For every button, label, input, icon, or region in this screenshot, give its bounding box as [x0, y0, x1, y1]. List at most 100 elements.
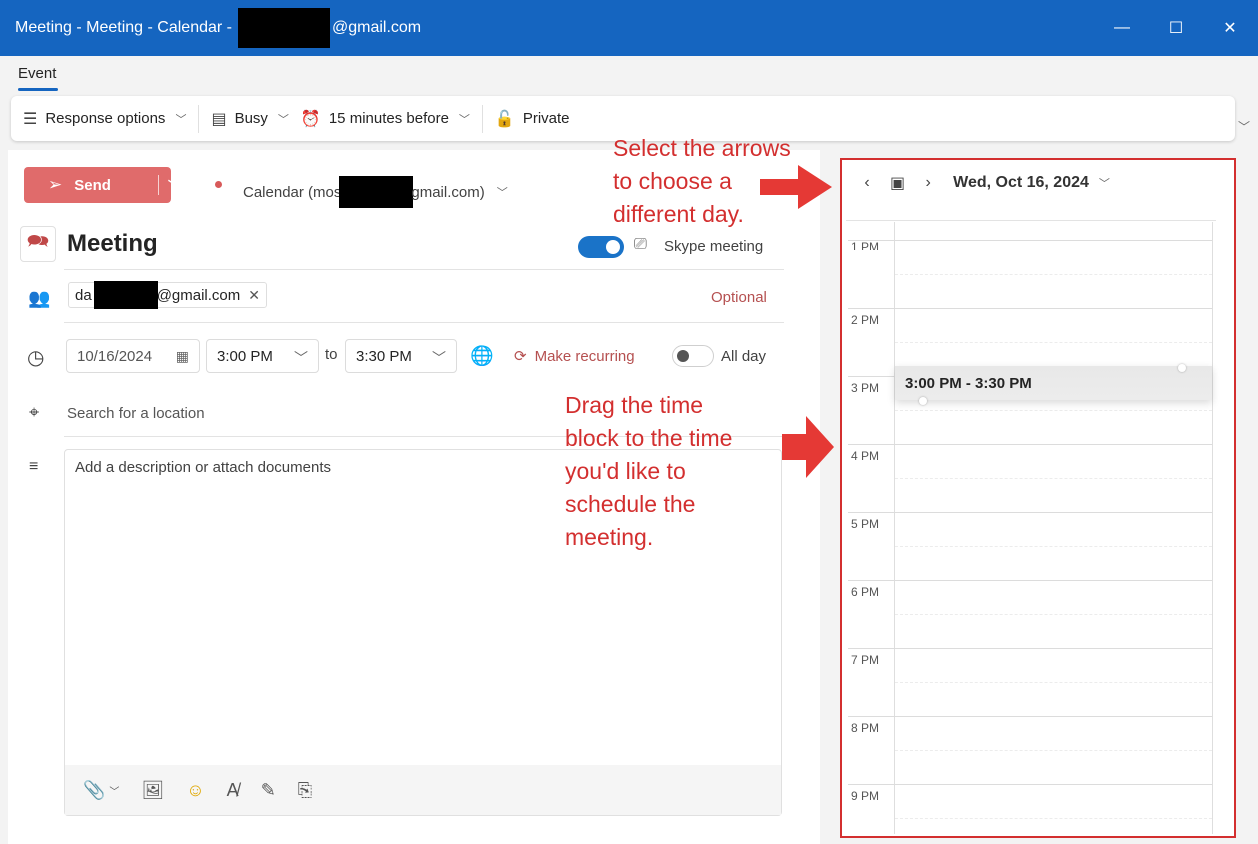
private-button[interactable]: 🔓 Private: [483, 96, 582, 141]
hour-label: 5 PM: [851, 517, 880, 531]
optional-attendees-link[interactable]: Optional: [711, 289, 767, 306]
annotation-line: Select the arrows: [613, 135, 791, 161]
half-hour-line: [895, 546, 1212, 547]
hour-line: [848, 308, 1212, 309]
pen-icon[interactable]: ✎: [261, 780, 276, 801]
next-day-icon[interactable]: ›: [917, 174, 939, 192]
make-recurring-label: Make recurring: [534, 347, 635, 365]
chevron-down-icon: ﹀: [277, 113, 289, 126]
redaction-box: [237, 8, 330, 48]
attendee-prefix: da: [75, 286, 92, 304]
busy-icon: ▤: [211, 110, 227, 128]
hour-label: 7 PM: [851, 653, 880, 667]
reminder-dropdown[interactable]: ⏰ 15 minutes before ﹀: [301, 96, 482, 141]
hour-label: 6 PM: [851, 585, 880, 599]
day-view-header-divider: [846, 220, 1216, 221]
event-time-block[interactable]: 3:00 PM - 3:30 PM: [895, 366, 1212, 400]
skype-meeting-toggle[interactable]: [578, 236, 624, 258]
repeat-icon: ⟳: [514, 348, 527, 365]
emoji-icon[interactable]: ☺: [186, 780, 204, 801]
annotation-line: Drag the time: [565, 392, 704, 418]
half-hour-line: [895, 410, 1212, 411]
end-time-value: 3:30 PM: [356, 347, 412, 365]
skype-meeting-label: Skype meeting: [664, 238, 764, 255]
send-button[interactable]: ➢ Send ﹀: [24, 167, 180, 203]
sliders-icon: ☰: [23, 110, 38, 128]
calendar-color-dot: [215, 181, 222, 188]
calendar-suffix: gmail.com): [411, 183, 485, 201]
chat-icon: 🗪: [20, 226, 56, 262]
half-hour-line: [895, 614, 1212, 615]
alarm-clock-icon: ⏰: [300, 110, 321, 128]
paper-plane-icon: ➢: [48, 175, 63, 194]
window-title-prefix: Meeting - Meeting - Calendar -: [15, 19, 232, 36]
chevron-down-icon[interactable]: ﹀: [1099, 175, 1110, 191]
annotation-line: schedule the: [565, 491, 696, 517]
day-view-date[interactable]: Wed, Oct 16, 2024: [953, 174, 1089, 192]
clock-icon: ◷: [27, 347, 45, 369]
all-day-toggle[interactable]: [672, 345, 714, 367]
globe-icon[interactable]: 🌐: [470, 344, 494, 368]
hour-line: [848, 716, 1212, 717]
hour-line: [848, 648, 1212, 649]
go-to-today-icon[interactable]: ▣: [890, 173, 905, 193]
redaction-box: [93, 281, 158, 309]
calendar-selector[interactable]: Calendar (mos gmail.com) ﹀: [243, 176, 508, 208]
attendee-chip[interactable]: da @gmail.com ✕: [68, 281, 267, 309]
ribbon-expand-chevron-icon[interactable]: ﹀: [1238, 118, 1250, 135]
chevron-down-icon: ﹀: [432, 350, 446, 366]
title-bar: Meeting - Meeting - Calendar - @gmail.co…: [0, 0, 1258, 56]
description-toolbar: 📎 ﹀ 🖼 ☺ A̸ ✎ ⎘: [65, 765, 781, 815]
video-camera-icon: ⎚: [634, 236, 647, 253]
meeting-title[interactable]: Meeting: [67, 230, 158, 258]
start-date-picker[interactable]: 10/16/2024 ▦: [66, 339, 200, 373]
lock-icon: 🔓: [494, 110, 515, 128]
window-title-suffix: @gmail.com: [331, 19, 422, 36]
hour-line: [848, 580, 1212, 581]
hour-label: 4 PM: [851, 449, 880, 463]
event-resize-handle-top[interactable]: [1178, 364, 1186, 372]
time-gutter-divider: [894, 222, 895, 834]
row-divider: [64, 269, 784, 270]
send-options-chevron-icon[interactable]: ﹀: [168, 177, 180, 194]
start-time-value: 3:00 PM: [217, 347, 273, 365]
send-label: Send: [74, 176, 111, 194]
hour-label: 3 PM: [851, 381, 880, 395]
attach-icon[interactable]: 📎 ﹀: [83, 780, 119, 801]
tab-bar: Event: [0, 56, 1258, 94]
busy-status-dropdown[interactable]: ▤ Busy ﹀: [199, 96, 300, 141]
day-view-panel: [840, 158, 1236, 838]
chevron-down-icon: ﹀: [458, 113, 470, 126]
active-tab-indicator: [18, 88, 58, 91]
chevron-down-icon: ﹀: [175, 113, 187, 126]
maximize-button[interactable]: ☐: [1149, 0, 1203, 56]
hour-label: 9 PM: [851, 789, 880, 803]
tab-event[interactable]: Event: [18, 65, 56, 82]
response-options-label: Response options: [45, 110, 166, 127]
day-navigation: ‹ ▣ › Wed, Oct 16, 2024 ﹀: [856, 173, 1110, 193]
reminder-label: 15 minutes before: [328, 110, 449, 127]
remove-attendee-icon[interactable]: ✕: [248, 287, 260, 304]
minimize-button[interactable]: —: [1095, 0, 1149, 56]
window-title: Meeting - Meeting - Calendar - @gmail.co…: [15, 8, 421, 48]
half-hour-line: [895, 274, 1212, 275]
annotation-line: meeting.: [565, 524, 654, 550]
make-recurring-button[interactable]: ⟳ Make recurring: [514, 347, 635, 366]
text-lines-icon: ≡: [29, 458, 39, 475]
busy-label: Busy: [234, 110, 268, 127]
start-time-dropdown[interactable]: 3:00 PM ﹀: [206, 339, 319, 373]
format-text-icon[interactable]: A̸: [227, 780, 239, 801]
loop-component-icon[interactable]: ⎘: [298, 780, 312, 801]
close-button[interactable]: ✕: [1203, 0, 1257, 56]
event-resize-handle-bottom[interactable]: [919, 397, 927, 405]
to-label: to: [325, 346, 338, 363]
hour-label: 1 PM: [851, 240, 880, 250]
send-divider: [158, 175, 159, 195]
response-options-button[interactable]: ☰ Response options ﹀: [11, 96, 198, 141]
previous-day-icon[interactable]: ‹: [856, 174, 878, 192]
image-icon[interactable]: 🖼: [141, 780, 164, 801]
half-hour-line: [895, 750, 1212, 751]
all-day-label: All day: [721, 348, 767, 365]
end-time-dropdown[interactable]: 3:30 PM ﹀: [345, 339, 457, 373]
row-divider: [64, 322, 784, 323]
